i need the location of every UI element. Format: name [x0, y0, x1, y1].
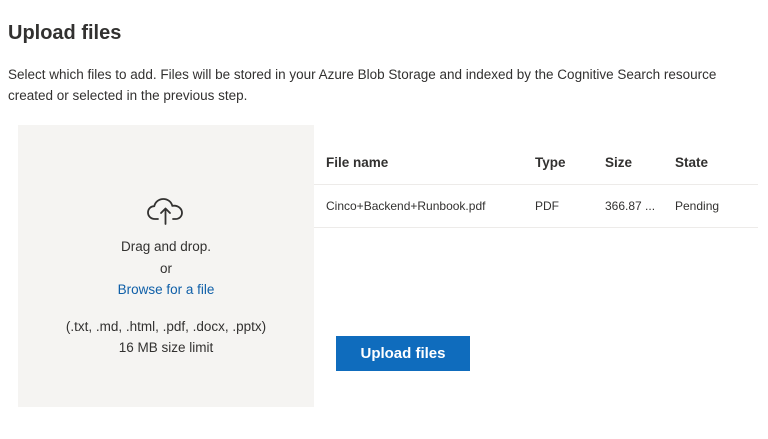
browse-file-link[interactable]: Browse for a file — [118, 282, 215, 297]
upload-files-panel: Upload files Select which files to add. … — [0, 0, 768, 439]
allowed-formats-text: (.txt, .md, .html, .pdf, .docx, .pptx) — [65, 319, 267, 334]
upload-files-button[interactable]: Upload files — [336, 336, 470, 371]
files-table: File name Type Size State Cinco+Backend+… — [314, 140, 758, 228]
page-title: Upload files — [8, 22, 122, 44]
column-header-state[interactable]: State — [675, 155, 708, 170]
table-row[interactable]: Cinco+Backend+Runbook.pdf PDF 366.87 ...… — [314, 184, 758, 228]
file-state-cell: Pending — [675, 199, 720, 213]
or-text: or — [159, 261, 172, 276]
file-name-cell: Cinco+Backend+Runbook.pdf — [326, 199, 486, 213]
file-size-cell: 366.87 ... — [605, 199, 656, 213]
dropzone-link-row: Browse for a file — [18, 282, 314, 297]
table-header: File name Type Size State — [314, 140, 758, 184]
file-type-cell: PDF — [535, 199, 559, 213]
column-header-type[interactable]: Type — [535, 155, 566, 170]
size-limit-text: 16 MB size limit — [118, 340, 214, 355]
cloud-upload-icon — [147, 198, 183, 225]
column-header-size[interactable]: Size — [605, 155, 632, 170]
page-description: Select which files to add. Files will be… — [8, 67, 717, 103]
drag-drop-text: Drag and drop. — [120, 239, 212, 254]
column-header-file-name[interactable]: File name — [326, 155, 388, 170]
